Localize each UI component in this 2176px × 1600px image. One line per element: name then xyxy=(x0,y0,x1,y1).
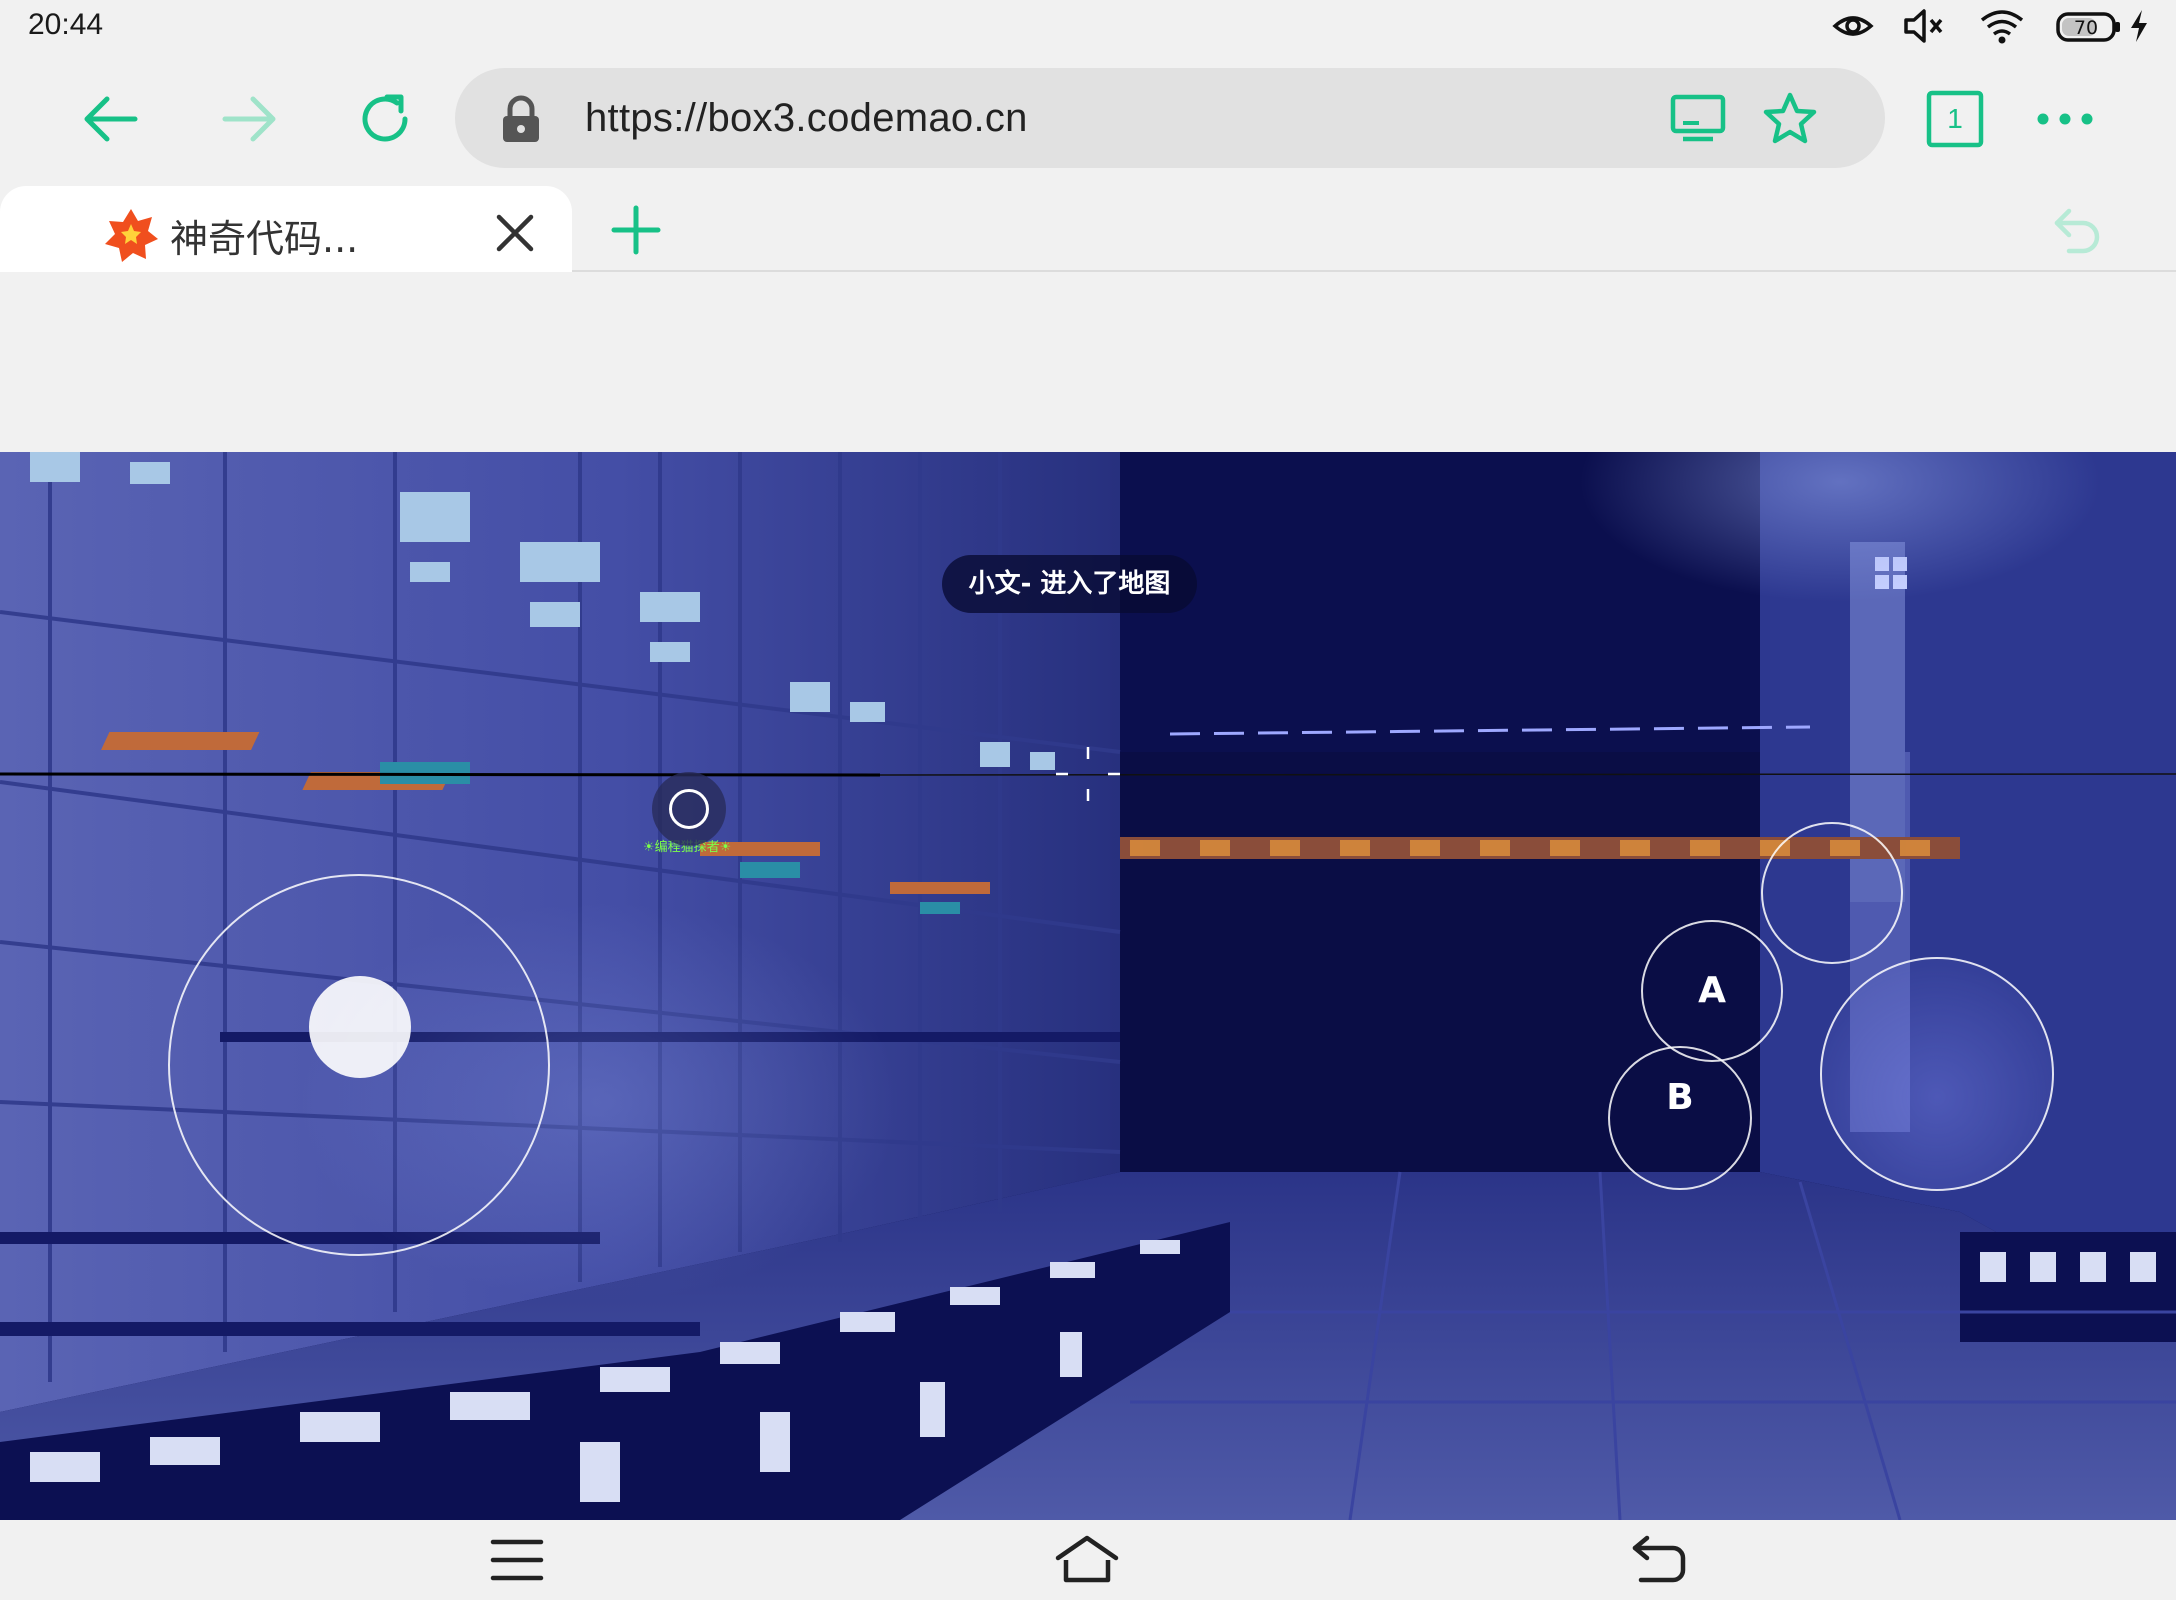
game-canvas[interactable]: 小文- 进入了地图 ☀编程猫探者☀ A B xyxy=(0,452,2176,1520)
back-arrow-icon xyxy=(84,96,138,142)
charging-icon xyxy=(2131,10,2147,42)
url-text: https://box3.codemao.cn xyxy=(585,96,1028,140)
close-icon xyxy=(496,214,534,252)
joystick-knob[interactable] xyxy=(309,976,411,1078)
status-time: 20:44 xyxy=(28,8,104,41)
undo-icon xyxy=(2054,208,2100,254)
undo-close-tab-button[interactable] xyxy=(2048,200,2108,260)
wifi-icon xyxy=(1980,10,2024,44)
camera-ring-icon xyxy=(669,789,709,829)
more-menu-button[interactable] xyxy=(2030,84,2100,154)
jump-button[interactable] xyxy=(1761,822,1903,964)
home-button[interactable] xyxy=(1052,1530,1122,1590)
browser-toolbar: https://box3.codemao.cn 1 xyxy=(0,54,2176,182)
tab-item[interactable]: 神奇代码... xyxy=(0,186,572,274)
status-bar: 20:44 70 xyxy=(0,0,2176,54)
menu-icon xyxy=(490,1539,544,1581)
attack-button[interactable] xyxy=(1820,957,2054,1191)
tab-strip: 神奇代码... xyxy=(0,182,2176,274)
tab-count: 1 xyxy=(1947,103,1963,134)
join-notification: 小文- 进入了地图 xyxy=(942,555,1197,613)
tab-switcher-button[interactable]: 1 xyxy=(1920,84,1990,154)
action-b-button[interactable]: B xyxy=(1608,1046,1752,1190)
forward-button[interactable] xyxy=(214,84,284,154)
action-a-button[interactable]: A xyxy=(1641,920,1783,1062)
camera-indicator[interactable] xyxy=(652,772,726,846)
forward-arrow-icon xyxy=(222,96,276,142)
action-a-label: A xyxy=(1698,970,1726,1011)
star-icon xyxy=(1763,92,1817,144)
desktop-mode-button[interactable] xyxy=(1665,86,1731,152)
action-b-label: B xyxy=(1666,1077,1694,1118)
home-icon xyxy=(1055,1535,1119,1583)
bookmark-button[interactable] xyxy=(1755,84,1825,154)
back-button[interactable] xyxy=(76,84,146,154)
new-tab-plus-icon xyxy=(611,205,661,255)
address-bar[interactable]: https://box3.codemao.cn xyxy=(455,68,1885,168)
reload-button[interactable] xyxy=(350,84,420,154)
battery-icon: 70 xyxy=(2056,12,2120,42)
back-icon xyxy=(1632,1535,1686,1583)
desktop-mode-icon xyxy=(1670,94,1726,142)
menu-button[interactable] xyxy=(482,1530,552,1590)
back-nav-button[interactable] xyxy=(1624,1530,1694,1590)
new-tab-button[interactable] xyxy=(606,200,666,260)
battery-level: 70 xyxy=(2074,17,2098,39)
volume-muted-icon xyxy=(1904,9,1943,43)
tab-title: 神奇代码... xyxy=(170,217,359,261)
close-tab-button[interactable] xyxy=(488,206,542,260)
eye-icon xyxy=(1832,16,1874,36)
more-icon xyxy=(2037,113,2093,125)
site-favicon-icon xyxy=(105,209,158,262)
lock-icon xyxy=(503,95,539,142)
reload-icon xyxy=(362,94,408,142)
system-nav-bar xyxy=(0,1520,2176,1600)
page-margin xyxy=(0,272,2176,452)
